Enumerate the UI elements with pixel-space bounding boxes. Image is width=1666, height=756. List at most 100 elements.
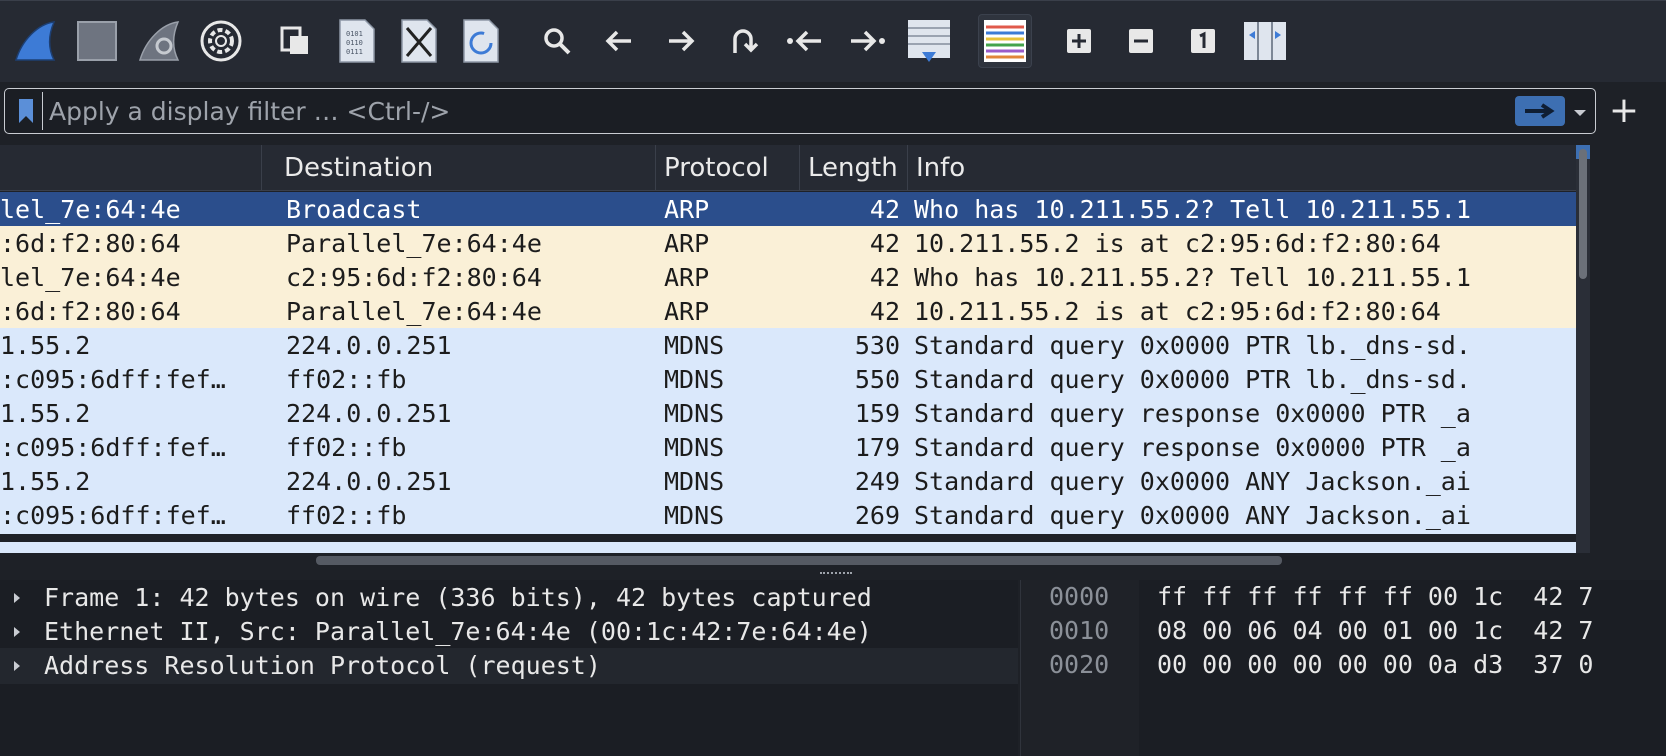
scrollbar-thumb[interactable] — [316, 556, 1282, 565]
zoom-out-button[interactable] — [1116, 14, 1166, 68]
cell-destination: 224.0.0.251 — [286, 331, 452, 360]
detail-tree-label: Frame 1: 42 bytes on wire (336 bits), 42… — [44, 583, 872, 612]
cell-protocol: MDNS — [664, 365, 725, 394]
cell-info: Standard query 0x0000 ANY Jackson._ai — [914, 467, 1471, 496]
jump-icon — [733, 29, 759, 53]
cell-protocol: MDNS — [664, 467, 725, 496]
main-toolbar: 0101 0110 0111 — [0, 0, 1666, 82]
cell-info: Standard query 0x0000 PTR lb._dns-sd. — [914, 331, 1471, 360]
column-header-info[interactable]: Info — [908, 145, 1576, 191]
cell-source: :6d:f2:80:64 — [0, 229, 181, 258]
svg-text:0101: 0101 — [346, 30, 363, 38]
go-last-button[interactable] — [842, 14, 892, 68]
autoscroll-button[interactable] — [904, 14, 954, 68]
zoom-in-icon — [1067, 29, 1091, 53]
expand-arrow-icon[interactable] — [12, 580, 28, 616]
byte-hex-row[interactable]: ff ff ff ff ff ff 00 1c 42 7 — [1157, 580, 1594, 614]
cell-destination: ff02::fb — [286, 365, 407, 394]
column-header-source[interactable] — [0, 145, 262, 191]
byte-offset: 0020 — [1049, 650, 1110, 679]
shark-fin-icon — [14, 21, 56, 61]
scrollbar-thumb[interactable] — [1579, 149, 1587, 279]
detail-tree-item-ethernet[interactable]: Ethernet II, Src: Parallel_7e:64:4e (00:… — [0, 614, 1018, 650]
byte-hex-row[interactable]: 00 00 00 00 00 00 0a d3 37 0 — [1157, 648, 1594, 682]
cell-source: 1.55.2 — [0, 331, 91, 360]
packet-list-horizontal-scrollbar[interactable] — [0, 553, 1590, 567]
column-header-destination[interactable]: Destination — [276, 145, 656, 191]
cell-protocol: MDNS — [664, 331, 725, 360]
splitter-handle[interactable] — [820, 572, 852, 574]
go-first-button[interactable] — [780, 14, 830, 68]
restart-fin-icon — [138, 21, 180, 61]
packet-row[interactable]: 1.55.2 224.0.0.251 MDNS 159 Standard query r… — [0, 396, 1576, 432]
packet-row[interactable]: lel_7e:64:4e Broadcast ARP 42 Who has 10.211… — [0, 192, 1576, 228]
cell-destination: Parallel_7e:64:4e — [286, 297, 542, 326]
packet-row[interactable]: lel_7e:64:4e c2:95:6d:f2:80:64 ARP 42 Who ha… — [0, 260, 1576, 296]
go-forward-button[interactable] — [656, 14, 706, 68]
normal-size-button[interactable] — [1178, 14, 1228, 68]
cell-source: :c095:6dff:fef… — [0, 501, 226, 530]
go-to-packet-button[interactable] — [718, 14, 768, 68]
cell-info: 10.211.55.2 is at c2:95:6d:f2:80:64 — [914, 297, 1441, 326]
byte-hex-row[interactable]: 08 00 06 04 00 01 00 1c 42 7 — [1157, 614, 1594, 648]
stop-capture-button[interactable] — [72, 14, 122, 68]
display-filter-input[interactable] — [49, 92, 1509, 130]
restart-capture-button[interactable] — [134, 14, 184, 68]
capture-options-button[interactable] — [196, 14, 246, 68]
expand-arrow-icon[interactable] — [12, 648, 28, 684]
cell-info: Who has 10.211.55.2? Tell 10.211.55.1 — [914, 263, 1471, 292]
cell-length: 42 — [869, 195, 900, 224]
packet-row[interactable]: :c095:6dff:fef… ff02::fb MDNS 179 Standard q… — [0, 430, 1576, 466]
close-file-icon — [401, 19, 437, 63]
cell-info: Standard query response 0x0000 PTR _a — [914, 433, 1471, 462]
colorize-button[interactable] — [978, 14, 1032, 68]
packet-row[interactable]: 1.55.2 224.0.0.251 MDNS 530 Standard query 0… — [0, 328, 1576, 364]
normal-size-icon — [1191, 29, 1215, 53]
add-filter-button[interactable]: + — [1604, 90, 1644, 131]
expand-arrow-icon[interactable] — [12, 614, 28, 650]
filter-history-dropdown[interactable] — [1573, 103, 1587, 122]
start-capture-button[interactable] — [10, 14, 60, 68]
search-icon — [544, 28, 571, 55]
cell-info: Standard query 0x0000 PTR lb._dns-sd. — [914, 365, 1471, 394]
resize-columns-icon — [1244, 22, 1286, 60]
cell-length: 269 — [854, 501, 900, 530]
stop-icon — [77, 21, 117, 61]
cell-protocol: ARP — [664, 195, 710, 224]
packet-row[interactable]: :c095:6dff:fef… ff02::fb MDNS 550 Standard q… — [0, 362, 1576, 398]
packet-list-vertical-scrollbar[interactable] — [1576, 145, 1590, 555]
zoom-in-button[interactable] — [1054, 14, 1104, 68]
save-file-button[interactable]: 0101 0110 0111 — [332, 14, 382, 68]
cell-protocol: MDNS — [664, 501, 725, 530]
find-packet-button[interactable] — [532, 14, 582, 68]
packet-row[interactable]: :6d:f2:80:64 Parallel_7e:64:4e ARP 42 10.211… — [0, 294, 1576, 330]
cell-source: 1.55.2 — [0, 467, 91, 496]
detail-tree-item-arp[interactable]: Address Resolution Protocol (request) — [0, 648, 1018, 684]
cell-source: 1.55.2 — [0, 399, 91, 428]
svg-text:0111: 0111 — [346, 48, 363, 56]
packet-row[interactable]: :6d:f2:80:64 Parallel_7e:64:4e ARP 42 10.211… — [0, 226, 1576, 262]
zoom-out-icon — [1129, 29, 1153, 53]
cell-length: 42 — [869, 297, 900, 326]
reload-file-button[interactable] — [456, 14, 506, 68]
packet-row[interactable]: :c095:6dff:fef… ff02::fb MDNS 269 Standard q… — [0, 498, 1576, 534]
open-file-button[interactable] — [270, 14, 320, 68]
cell-length: 530 — [854, 331, 900, 360]
cell-info: Who has 10.211.55.2? Tell 10.211.55.1 — [914, 195, 1471, 224]
chevron-down-icon — [1574, 110, 1586, 116]
colorize-icon — [984, 20, 1026, 62]
arrow-right-icon — [1525, 103, 1555, 119]
packet-row[interactable]: 1.55.2 224.0.0.251 MDNS 249 Standard query 0… — [0, 464, 1576, 500]
close-file-button[interactable] — [394, 14, 444, 68]
packet-list-header: Destination Protocol Length Info — [0, 145, 1576, 191]
filter-bookmark-button[interactable] — [9, 92, 43, 130]
resize-columns-button[interactable] — [1240, 14, 1290, 68]
cell-length: 179 — [854, 433, 900, 462]
apply-filter-button[interactable] — [1515, 96, 1565, 126]
column-header-protocol[interactable]: Protocol — [656, 145, 800, 191]
detail-tree-item-frame[interactable]: Frame 1: 42 bytes on wire (336 bits), 42… — [0, 580, 1018, 616]
column-header-length[interactable]: Length — [800, 145, 908, 191]
go-back-button[interactable] — [594, 14, 644, 68]
arrow-right-icon — [669, 30, 695, 52]
first-packet-icon — [787, 30, 821, 52]
